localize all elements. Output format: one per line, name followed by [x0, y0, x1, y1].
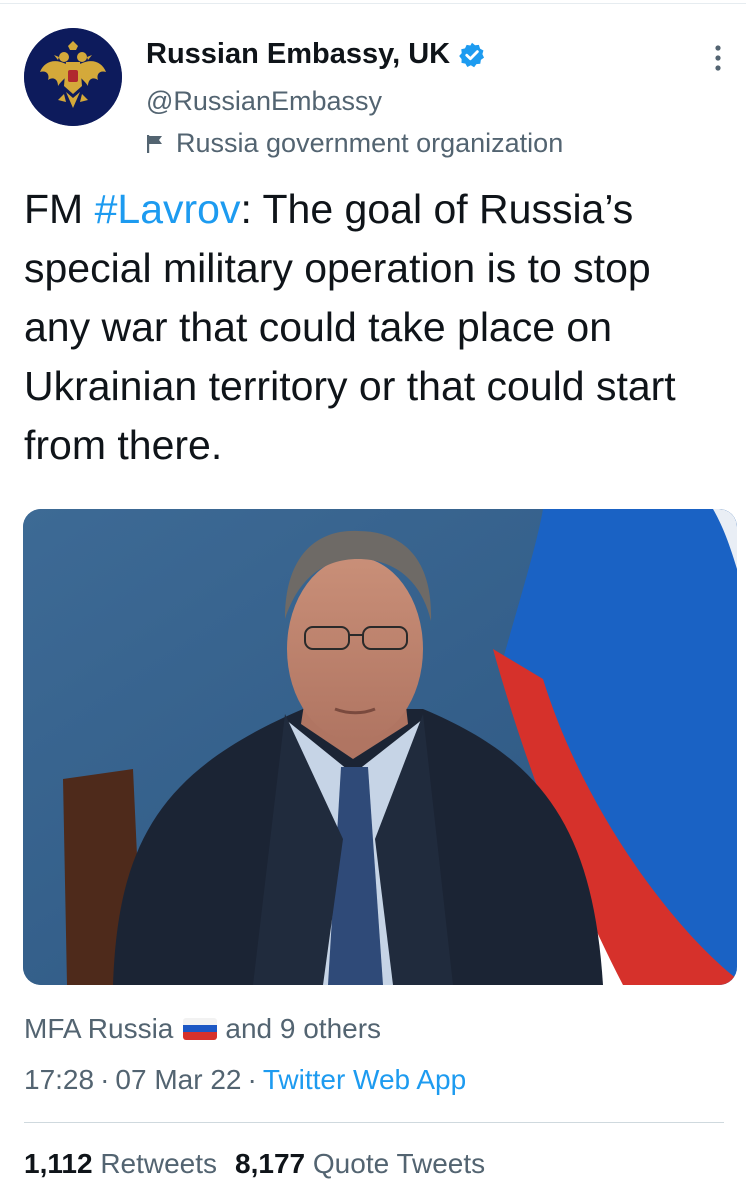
- quote-tweets-label: Quote Tweets: [312, 1148, 486, 1179]
- flag-icon: [147, 134, 162, 153]
- portrait-photo-image: [23, 509, 737, 985]
- tweet-text-prefix: FM: [24, 186, 95, 232]
- account-handle[interactable]: @RussianEmbassy: [146, 86, 382, 117]
- tweet-text: FM #Lavrov: The goal of Russia’s special…: [24, 180, 724, 475]
- tweet-stats: 1,112 Retweets 8,177 Quote Tweets: [24, 1148, 485, 1180]
- tweet-date[interactable]: 07 Mar 22: [115, 1064, 241, 1095]
- account-label: Russia government organization: [146, 128, 563, 159]
- quote-tweets-count: 8,177: [235, 1148, 306, 1179]
- display-name-text: Russian Embassy, UK: [146, 38, 451, 70]
- retweets-stat[interactable]: 1,112 Retweets: [24, 1148, 217, 1179]
- liked-by-summary[interactable]: MFA Russia and 9 others: [24, 1013, 381, 1045]
- tweet-source-link[interactable]: Twitter Web App: [263, 1064, 466, 1095]
- retweets-count: 1,112: [24, 1148, 93, 1179]
- stats-divider: [24, 1122, 724, 1123]
- tweet-media-photo[interactable]: [23, 509, 737, 985]
- tweet-detail-view: Russian Embassy, UK @RussianEmbassy Russ…: [0, 0, 746, 1200]
- profile-avatar[interactable]: [24, 28, 122, 126]
- account-display-name[interactable]: Russian Embassy, UK: [146, 38, 486, 71]
- liked-by-rest: and 9 others: [225, 1013, 382, 1044]
- tweet-meta: 17:28 · 07 Mar 22 · Twitter Web App: [24, 1064, 466, 1096]
- russia-flag-emoji-icon: [183, 1018, 218, 1040]
- more-options-icon[interactable]: [710, 42, 726, 74]
- top-divider: [0, 3, 746, 4]
- liked-by-name: MFA Russia: [24, 1013, 174, 1044]
- double-headed-eagle-emblem-icon: [24, 28, 122, 126]
- verified-badge-icon: [459, 42, 485, 67]
- tweet-time[interactable]: 17:28: [24, 1064, 94, 1095]
- quote-tweets-stat[interactable]: 8,177 Quote Tweets: [235, 1148, 485, 1179]
- account-label-text: Russia government organization: [176, 128, 564, 158]
- meta-separator: ·: [247, 1064, 257, 1095]
- retweets-label: Retweets: [100, 1148, 218, 1179]
- hashtag-link[interactable]: #Lavrov: [95, 186, 241, 232]
- meta-separator: ·: [100, 1064, 110, 1095]
